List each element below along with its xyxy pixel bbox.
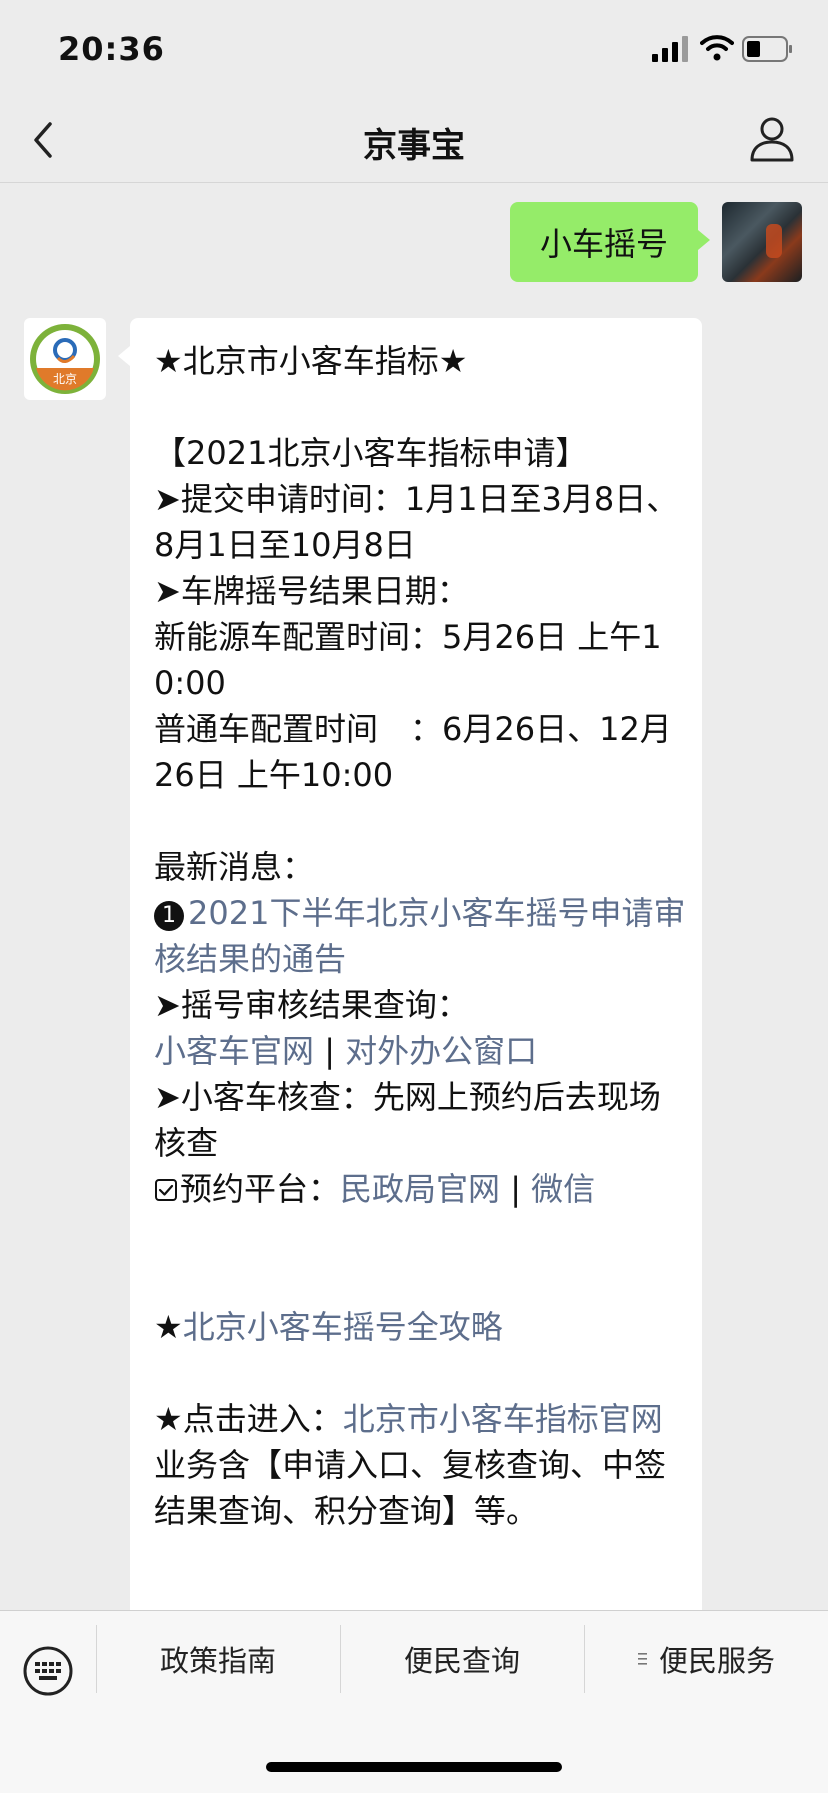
guide-link[interactable]: 北京小客车摇号全攻略 [183,1308,503,1346]
guide-line: ★北京小客车摇号全攻略 [154,1304,690,1350]
battery-icon [742,36,792,62]
user-avatar[interactable] [722,202,802,282]
enter-line: ★点击进入：北京市小客车指标官网 [154,1396,690,1442]
news-item: 1 2021下半年北京小客车摇号申请审核结果的通告 [154,890,690,982]
message-header: ★北京市小客车指标★ [154,342,468,380]
signal-icon [652,36,688,62]
enter-prefix: ★点击进入： [154,1400,343,1438]
menu-convenience-query[interactable]: 便民查询 [340,1611,584,1707]
star-prefix: ★ [154,1308,183,1346]
wechat-link[interactable]: 微信 [531,1170,595,1208]
beijing-logo-icon: 北京 [30,324,100,394]
query-label: ➤摇号审核结果查询： [154,986,469,1024]
booking-platform: 预约平台：民政局官网 | 微信 [154,1166,690,1212]
checkbox-icon [155,1179,177,1201]
booking-label: 预约平台： [180,1170,341,1208]
profile-icon[interactable] [748,114,796,164]
business-text: 业务含【申请入口、复核查询、中签结果查询、积分查询】等。 [154,1446,667,1530]
inspection-text: ➤小客车核查：先网上预约后去现场核查 [154,1078,661,1162]
bot-avatar[interactable]: 北京 [24,318,106,400]
ev-config-time: 新能源车配置时间：5月26日 上午10:00 [154,618,662,702]
menu-convenience-service[interactable]: 便民服务 [584,1611,828,1707]
link-separator: | [314,1032,346,1070]
menu-label: 便民查询 [403,1644,520,1678]
page-title: 京事宝 [363,126,465,166]
menu-label: 便民服务 [658,1644,775,1678]
message-content: ★北京市小客车指标★ 【2021北京小客车指标申请】 ➤提交申请时间：1月1日至… [154,338,690,1534]
svg-text:北京: 北京 [53,372,77,386]
civil-affairs-link[interactable]: 民政局官网 [340,1170,500,1208]
submit-time: ➤提交申请时间：1月1日至3月8日、8月1日至10月8日 [154,480,679,564]
link-separator-2: | [500,1170,532,1208]
office-window-link[interactable]: 对外办公窗口 [345,1032,537,1070]
latest-news-label: 最新消息： [154,848,315,886]
status-time: 20:36 [58,30,165,68]
official-index-link[interactable]: 北京市小客车指标官网 [343,1400,663,1438]
news-link[interactable]: 2021下半年北京小客车摇号申请审核结果的通告 [154,894,685,978]
number-one-icon: 1 [154,901,184,931]
home-indicator[interactable] [266,1762,562,1772]
normal-config-time: 普通车配置时间 ：6月26日、12月26日 上午10:00 [154,710,672,794]
sent-message-bubble[interactable]: 小车摇号 [510,202,710,282]
result-date-label: ➤车牌摇号结果日期： [154,572,469,610]
wifi-icon [700,35,734,61]
menu-label: 政策指南 [159,1644,276,1678]
status-bar: 20:36 [0,0,828,100]
apply-title: 【2021北京小客车指标申请】 [154,434,588,472]
nav-bar: 京事宝 [0,100,828,183]
menu-policy-guide[interactable]: 政策指南 [96,1611,340,1707]
keyboard-icon[interactable] [22,1645,74,1697]
received-message-bubble: ★北京市小客车指标★ 【2021北京小客车指标申请】 ➤提交申请时间：1月1日至… [118,318,702,1618]
query-links: 小客车官网 | 对外办公窗口 [154,1028,690,1074]
official-site-link[interactable]: 小客车官网 [154,1032,314,1070]
menu-lines-icon [637,1653,647,1665]
sent-message-text: 小车摇号 [539,225,668,263]
